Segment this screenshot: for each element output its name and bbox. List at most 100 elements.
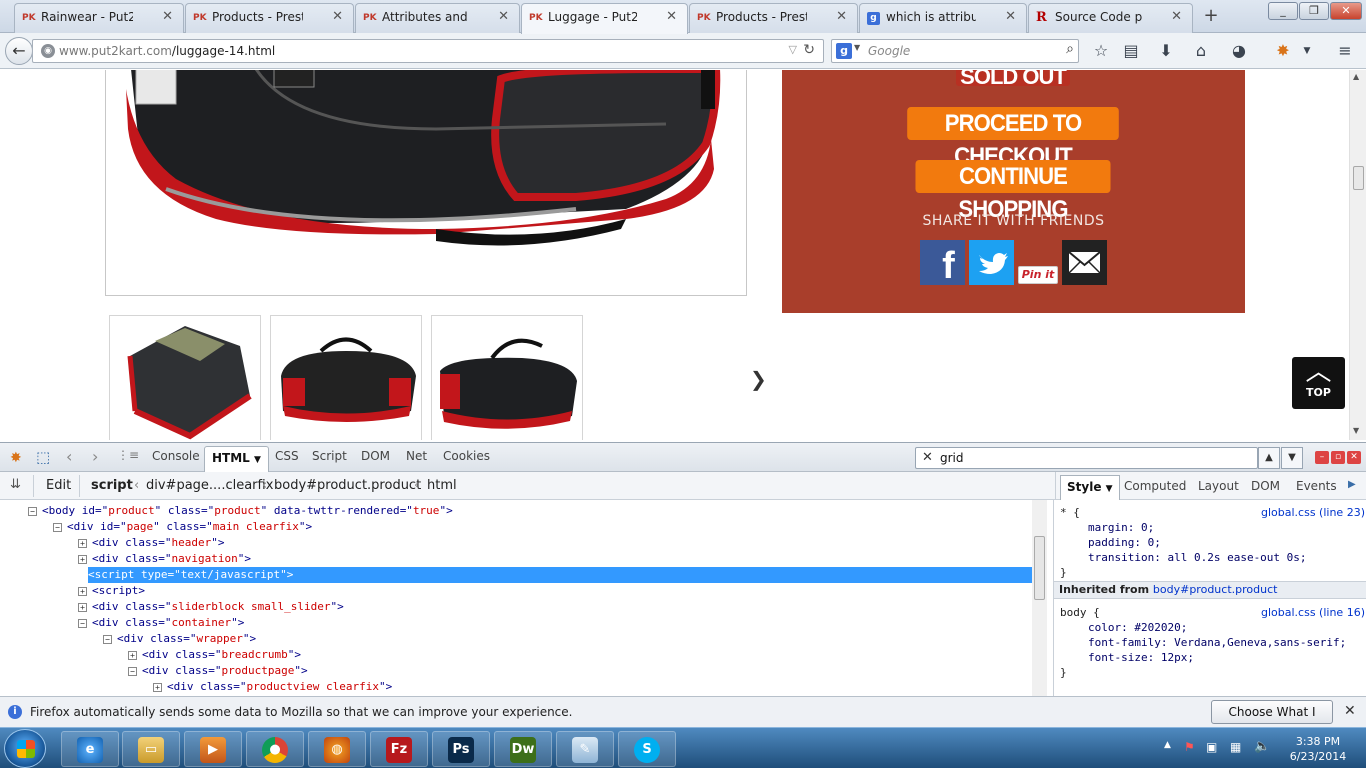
html-tree-node[interactable]: + <div class="navigation"> bbox=[78, 551, 251, 567]
back-button[interactable]: ← bbox=[5, 37, 33, 65]
tab-dom[interactable]: DOM bbox=[361, 449, 390, 463]
browser-tab[interactable]: g which is attributes ... ✕ bbox=[859, 3, 1027, 33]
home-icon[interactable]: ⌂ bbox=[1190, 41, 1212, 61]
reload-icon[interactable]: ↻ bbox=[803, 42, 815, 58]
clock[interactable]: 3:38 PM 6/23/2014 bbox=[1278, 734, 1358, 764]
minimize-button[interactable]: _ bbox=[1268, 2, 1298, 20]
scrollbar-thumb[interactable] bbox=[1353, 166, 1364, 190]
product-thumbnail-2[interactable] bbox=[270, 315, 422, 440]
taskbar-app[interactable]: Fz bbox=[370, 731, 428, 767]
attr-name[interactable]: class bbox=[125, 536, 158, 549]
css-source-link[interactable]: global.css (line 16) bbox=[1261, 605, 1365, 620]
tab-cookies[interactable]: Cookies bbox=[443, 449, 490, 463]
attr-value[interactable]: wrapper bbox=[197, 632, 243, 645]
firebug-icon[interactable]: ✸ bbox=[10, 450, 22, 466]
download-icon[interactable]: ⬇ bbox=[1155, 41, 1177, 61]
browser-tab[interactable]: PK Rainwear - Put2kart ✕ bbox=[14, 3, 184, 33]
page-scrollbar[interactable]: ▲ ▼ bbox=[1349, 70, 1366, 440]
css-property[interactable]: font-family: Verdana,Geneva,sans-serif; bbox=[1088, 635, 1346, 650]
proceed-to-checkout-button[interactable]: PROCEED TO CHECKOUT bbox=[907, 107, 1119, 170]
firebug-minimize-icon[interactable]: – bbox=[1315, 451, 1329, 464]
attr-value[interactable]: navigation bbox=[172, 552, 238, 565]
flag-icon[interactable]: ⚑ bbox=[1184, 740, 1195, 754]
restore-button[interactable]: ❐ bbox=[1299, 2, 1329, 20]
taskbar-app[interactable]: S bbox=[618, 731, 676, 767]
network-icon[interactable]: ▦ bbox=[1230, 740, 1241, 754]
breadcrumb-item[interactable]: body#product.product bbox=[274, 478, 421, 493]
taskbar-app[interactable]: ● bbox=[246, 731, 304, 767]
next-arrow-icon[interactable]: ❯ bbox=[750, 367, 767, 391]
attr-value[interactable]: page bbox=[127, 520, 154, 533]
attr-value[interactable]: productview clearfix bbox=[247, 680, 379, 693]
tab-script[interactable]: Script bbox=[312, 449, 347, 463]
firebug-icon[interactable]: ✸ bbox=[1272, 41, 1294, 61]
attr-name[interactable]: data-twttr-rendered bbox=[274, 504, 400, 517]
close-window-button[interactable]: ✕ bbox=[1330, 2, 1362, 20]
tab-css[interactable]: CSS bbox=[275, 449, 299, 463]
firebug-detach-icon[interactable]: ▫ bbox=[1331, 451, 1345, 464]
forward-arrow-icon[interactable]: › bbox=[92, 447, 98, 466]
attr-value[interactable]: breadcrumb bbox=[222, 648, 288, 661]
attr-name[interactable]: class bbox=[125, 616, 158, 629]
attr-name[interactable]: type bbox=[141, 568, 168, 581]
attr-value[interactable]: product bbox=[108, 504, 154, 517]
edit-button[interactable]: Edit bbox=[46, 478, 71, 493]
attr-value[interactable]: product bbox=[214, 504, 260, 517]
attr-name[interactable]: id bbox=[82, 504, 95, 517]
html-tree-node[interactable]: − <body id="product" class="product" data… bbox=[28, 503, 453, 519]
collapse-icon[interactable]: − bbox=[103, 634, 112, 644]
breadcrumb-item[interactable]: html bbox=[427, 478, 457, 493]
choose-what-i-share-button[interactable]: Choose What I Share bbox=[1211, 700, 1333, 741]
tab-html[interactable]: HTML ▼ bbox=[204, 446, 269, 473]
html-tree-node[interactable]: + <div class="header"> bbox=[78, 535, 225, 551]
scroll-up-icon[interactable]: ▲ bbox=[1353, 72, 1359, 81]
clear-search-icon[interactable]: ✕ bbox=[922, 450, 933, 465]
inspect-icon[interactable]: ⬚ bbox=[36, 448, 50, 466]
inherited-element-link[interactable]: body#product.product bbox=[1153, 583, 1278, 596]
back-arrow-icon[interactable]: ‹ bbox=[66, 447, 72, 466]
attr-name[interactable]: class bbox=[125, 600, 158, 613]
attr-name[interactable]: class bbox=[175, 664, 208, 677]
firebug-search-field[interactable]: ✕ grid bbox=[915, 447, 1258, 469]
search-icon[interactable]: ⌕ bbox=[1066, 41, 1074, 57]
html-tree-node[interactable]: − <div class="container"> bbox=[78, 615, 244, 631]
product-thumbnail-3[interactable] bbox=[431, 315, 583, 440]
browser-tab[interactable]: PK Luggage - Put2kart ✕ bbox=[521, 3, 688, 34]
chevron-down-icon[interactable]: ▼ bbox=[1296, 41, 1318, 61]
html-tree-node[interactable]: + <div class="breadcrumb"> bbox=[128, 647, 301, 663]
pinterest-button[interactable]: Pin it bbox=[1018, 266, 1058, 284]
html-tree-node[interactable]: − <div class="productpage"> bbox=[128, 663, 308, 679]
taskbar-app[interactable]: ✎ bbox=[556, 731, 614, 767]
html-tree-node[interactable]: + <div class="productview clearfix"> bbox=[153, 679, 392, 695]
volume-icon[interactable]: 🔈 bbox=[1254, 739, 1270, 754]
chevron-down-icon[interactable]: ▼ bbox=[854, 43, 860, 52]
side-tab-computed[interactable]: Computed bbox=[1124, 479, 1186, 493]
attr-name[interactable]: class bbox=[166, 520, 199, 533]
html-tree-node[interactable]: − <div id="page" class="main clearfix"> bbox=[53, 519, 312, 535]
close-tab-icon[interactable]: ✕ bbox=[162, 4, 173, 30]
html-tree-node[interactable]: − <div class="wrapper"> bbox=[103, 631, 256, 647]
close-tab-icon[interactable]: ✕ bbox=[498, 4, 509, 30]
search-next-button[interactable]: ▼ bbox=[1281, 447, 1303, 469]
browser-tab[interactable]: PK Products - PrestaS... ✕ bbox=[689, 3, 858, 33]
chrome-extension-icon[interactable]: ◕ bbox=[1228, 41, 1250, 61]
google-icon[interactable]: g bbox=[836, 43, 852, 59]
taskbar-app[interactable]: Dw bbox=[494, 731, 552, 767]
attr-value[interactable]: container bbox=[172, 616, 232, 629]
taskbar-app[interactable]: ▶ bbox=[184, 731, 242, 767]
html-tree-node[interactable]: + <script> bbox=[78, 583, 145, 599]
facebook-icon[interactable]: f bbox=[920, 240, 965, 287]
attr-value[interactable]: productpage bbox=[222, 664, 295, 677]
expand-icon[interactable]: + bbox=[78, 602, 87, 612]
taskbar-app[interactable]: e bbox=[61, 731, 119, 767]
browser-tab[interactable]: PK Products - PrestaS... ✕ bbox=[185, 3, 354, 33]
device-icon[interactable]: ▣ bbox=[1206, 740, 1217, 754]
attr-name[interactable]: class bbox=[150, 632, 183, 645]
attr-value[interactable]: true bbox=[413, 504, 440, 517]
taskbar-app[interactable]: ▭ bbox=[122, 731, 180, 767]
attr-value[interactable]: text/javascript bbox=[181, 568, 280, 581]
close-tab-icon[interactable]: ✕ bbox=[666, 4, 677, 30]
side-tab-style[interactable]: Style ▼ bbox=[1060, 475, 1120, 501]
css-property[interactable]: font-size: 12px; bbox=[1088, 650, 1194, 665]
breadcrumb-item[interactable]: div#page....clearfix bbox=[146, 478, 273, 493]
